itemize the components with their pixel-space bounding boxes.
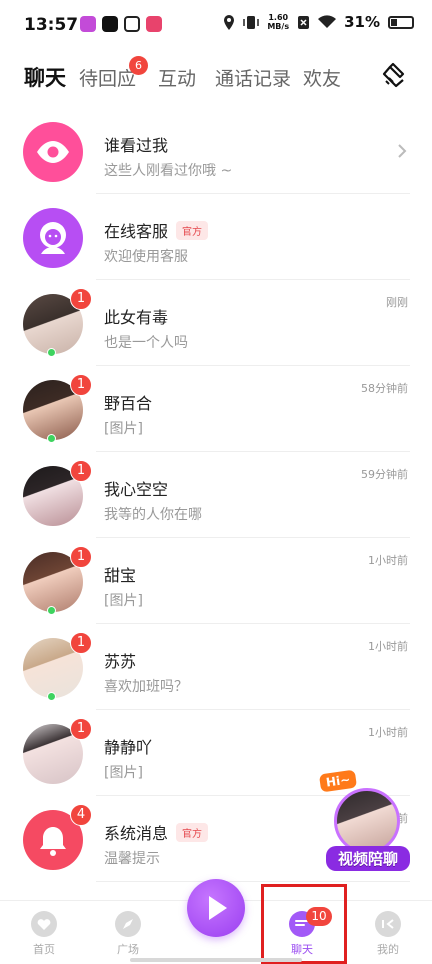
play-icon <box>209 896 227 920</box>
official-tag: 官方 <box>176 220 209 240</box>
unread-badge: 1 <box>70 374 92 396</box>
row-title: 系统消息 官方 <box>104 820 209 844</box>
row-subtitle: 温馨提示 <box>104 851 160 867</box>
app-notification-icon <box>80 16 96 32</box>
list-item-who-viewed-me[interactable]: 谁看过我 这些人刚看过你哦 ~ <box>0 108 432 194</box>
status-time: 13:57 <box>24 15 79 35</box>
list-item-chat[interactable]: 1 我心空空 我等的人你在哪 59分钟前 <box>0 452 432 538</box>
hi-bubble: Hi~ <box>318 769 358 793</box>
list-item-chat[interactable]: 1 甜宝 [图片] 1小时前 <box>0 538 432 624</box>
tab-pending-reply[interactable]: 待回应 6 <box>79 56 149 91</box>
row-subtitle: 也是一个人吗 <box>104 335 188 351</box>
tab-call-history[interactable]: 通话记录 <box>215 64 291 91</box>
row-title: 苏苏 <box>104 652 137 671</box>
online-status-dot <box>47 606 56 615</box>
eye-icon <box>37 141 69 163</box>
eye-avatar <box>23 122 83 182</box>
notification-icons <box>80 16 162 32</box>
pending-reply-badge: 6 <box>129 56 149 75</box>
nav-me[interactable]: 我的 <box>358 911 418 957</box>
clear-unread-broom-icon[interactable] <box>380 60 410 90</box>
list-item-chat[interactable]: 1 野百合 [图片] 58分钟前 <box>0 366 432 452</box>
unread-badge: 4 <box>70 804 92 826</box>
row-subtitle: [图片] <box>104 765 143 781</box>
row-subtitle: 欢迎使用客服 <box>104 249 188 265</box>
online-status-dot <box>47 692 56 701</box>
compass-icon <box>115 911 141 937</box>
unread-badge: 1 <box>70 288 92 310</box>
row-subtitle: [图片] <box>104 421 143 437</box>
status-bar: 13:57 1.60 MB/s 31% <box>0 0 432 50</box>
row-title: 此女有毒 <box>104 308 169 327</box>
chat-tabs: 聊天 待回应 6 互动 通话记录 欢友 <box>0 56 432 98</box>
row-title: 谁看过我 <box>104 136 169 155</box>
video-chat-label: 视频陪聊 <box>326 846 410 871</box>
support-avatar <box>23 208 83 268</box>
home-indicator <box>130 958 302 962</box>
highlight-box <box>261 884 347 964</box>
list-item-chat[interactable]: 1 苏苏 喜欢加班吗？ 1小时前 <box>0 624 432 710</box>
video-chat-avatar <box>334 788 400 854</box>
online-status-dot <box>47 434 56 443</box>
row-title: 野百合 <box>104 394 153 413</box>
row-title: 在线客服 官方 <box>104 218 209 242</box>
location-icon <box>224 14 235 30</box>
row-title: 我心空空 <box>104 480 169 499</box>
vibrate-icon <box>243 15 260 29</box>
row-time: 59分钟前 <box>361 468 408 481</box>
app-notification-icon <box>146 16 162 32</box>
row-time: 1小时前 <box>368 554 408 567</box>
unread-badge: 1 <box>70 460 92 482</box>
unread-badge: 1 <box>70 718 92 740</box>
row-time: 1小时前 <box>368 726 408 739</box>
row-time: 58分钟前 <box>361 382 408 395</box>
play-video-button[interactable] <box>187 879 245 937</box>
nav-square[interactable]: 广场 <box>98 911 158 957</box>
tiktok-icon <box>102 16 118 32</box>
row-subtitle: 喜欢加班吗？ <box>104 679 188 695</box>
row-time: 1小时前 <box>368 640 408 653</box>
support-agent-icon <box>40 222 66 254</box>
status-right: 1.60 MB/s 31% <box>223 13 414 31</box>
row-subtitle: 这些人刚看过你哦 ~ <box>104 163 233 179</box>
profile-icon <box>375 911 401 937</box>
row-subtitle: 我等的人你在哪 <box>104 507 202 523</box>
unread-badge: 1 <box>70 632 92 654</box>
row-title: 静静吖 <box>104 738 153 757</box>
unread-badge: 1 <box>70 546 92 568</box>
wifi-icon <box>318 15 337 28</box>
app-notification-icon <box>124 16 140 32</box>
video-chat-floating-button[interactable]: Hi~ 视频陪聊 <box>318 769 412 872</box>
nav-home[interactable]: 首页 <box>14 911 74 957</box>
row-time: 刚刚 <box>386 296 408 309</box>
battery-percent: 31% <box>344 13 380 31</box>
list-item-chat[interactable]: 1 此女有毒 也是一个人吗 刚刚 <box>0 280 432 366</box>
battery-icon <box>388 15 414 29</box>
official-tag: 官方 <box>176 822 209 842</box>
tab-chat[interactable]: 聊天 <box>24 62 66 92</box>
no-sim-icon <box>298 15 310 29</box>
tab-interaction[interactable]: 互动 <box>158 64 196 91</box>
row-subtitle: [图片] <box>104 593 143 609</box>
home-heart-icon <box>31 911 57 937</box>
online-status-dot <box>47 348 56 357</box>
tab-friends[interactable]: 欢友 <box>303 64 341 91</box>
chevron-right-icon <box>398 144 407 158</box>
list-item-customer-service[interactable]: 在线客服 官方 欢迎使用客服 <box>0 194 432 280</box>
row-title: 甜宝 <box>104 566 137 585</box>
network-speed: 1.60 MB/s <box>267 13 290 31</box>
bottom-navigation: 首页 广场 聊天 10 我的 <box>0 879 432 964</box>
